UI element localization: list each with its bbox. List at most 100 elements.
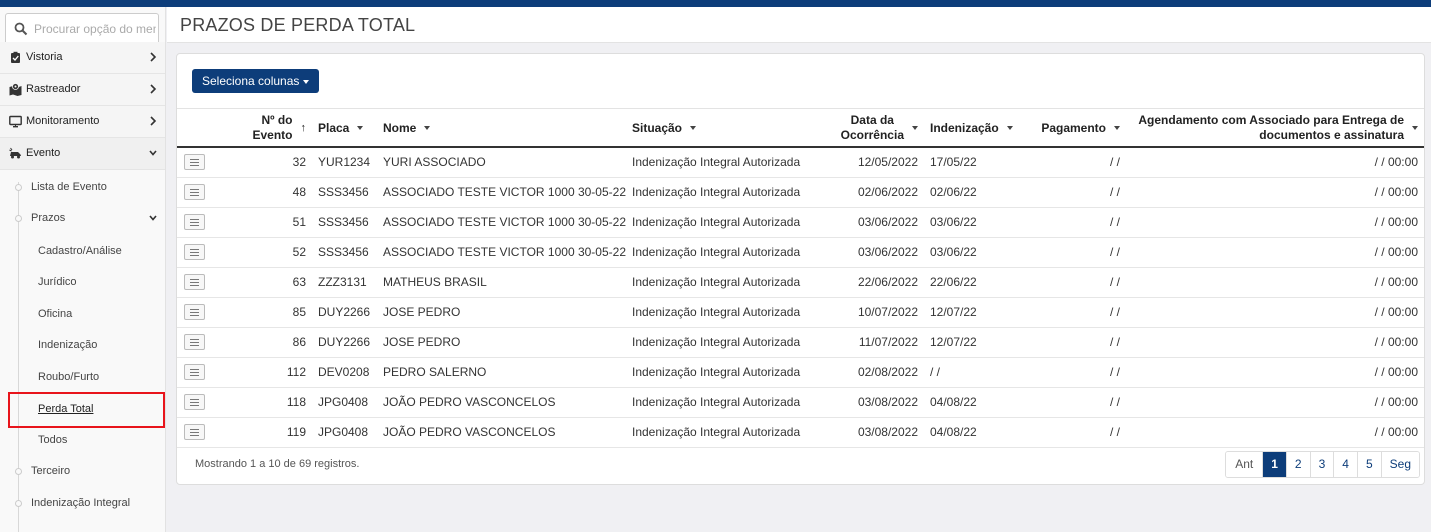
table-row: 63 ZZZ3131 MATHEUS BRASIL Indenização Integ… [177, 267, 1424, 298]
cell-placa: JPG0408 [312, 417, 377, 448]
sidebar-subitem-indenizacao[interactable]: Indenização [0, 329, 165, 360]
cell-placa: JPG0408 [312, 387, 377, 418]
tree-node-dot [15, 184, 22, 191]
pagination-prev[interactable]: Ant [1226, 452, 1263, 477]
row-details-button[interactable] [184, 154, 205, 171]
cell-situacao: Indenização Integral Autorizada [626, 327, 820, 358]
cell-actions [177, 297, 217, 328]
cell-nome: JOÃO PEDRO VASCONCELOS [377, 417, 626, 448]
table-row: 48 SSS3456 ASSOCIADO TESTE VICTOR 1000 30-… [177, 177, 1424, 208]
pagination-page-5[interactable]: 5 [1356, 452, 1381, 477]
select-columns-label: Seleciona colunas [202, 74, 300, 88]
row-details-button[interactable] [184, 274, 205, 290]
cell-pagamento: / / [1026, 417, 1126, 448]
col-header-agendamento[interactable]: Agendamento com Associado para Entrega d… [1126, 110, 1424, 148]
pagination-next[interactable]: Seg [1380, 452, 1419, 477]
sidebar-subitem-todos[interactable]: Todos [0, 424, 165, 455]
sidebar-subitem-label: Lista de Evento [31, 181, 107, 193]
active-item-highlight [8, 392, 165, 428]
sidebar-subitem-label: Indenização Integral [31, 497, 131, 509]
sidebar-subitem-cadastro-analise[interactable]: Cadastro/Análise [0, 235, 165, 266]
col-header-placa[interactable]: Placa [312, 110, 377, 148]
menu-search-input[interactable] [34, 20, 156, 38]
sidebar-subitem-prazos[interactable]: Prazos [0, 203, 165, 234]
cell-pagamento: / / [1026, 327, 1126, 358]
sidebar-item-rastreador[interactable]: Rastreador [0, 74, 165, 106]
sort-icon [1006, 126, 1013, 131]
table-row: 112 DEV0208 PEDRO SALERNO Indenização Integ… [177, 357, 1424, 388]
col-header-pagamento[interactable]: Pagamento [1026, 110, 1126, 148]
cell-data-ocorrencia: 11/07/2022 [820, 327, 924, 358]
cell-agendamento: / / 00:00 [1126, 357, 1424, 388]
page-title: PRAZOS DE PERDA TOTAL [180, 15, 416, 35]
table-row: 119 JPG0408 JOÃO PEDRO VASCONCELOS Indeniza… [177, 417, 1424, 448]
sidebar-subitem-lista-de-evento[interactable]: Lista de Evento [0, 172, 165, 203]
sidebar-subitem-label: Indenização [38, 339, 98, 351]
sidebar-item-monitoramento[interactable]: Monitoramento [0, 106, 165, 138]
cell-data-ocorrencia: 03/08/2022 [820, 387, 924, 418]
cell-indenizacao: 22/06/22 [924, 267, 1026, 298]
cell-nome: ASSOCIADO TESTE VICTOR 1000 30-05-22 [377, 177, 626, 208]
pagination-page-4[interactable]: 4 [1333, 452, 1357, 477]
cell-data-ocorrencia: 02/06/2022 [820, 177, 924, 208]
pagination-page-2[interactable]: 2 [1285, 452, 1310, 477]
cell-placa: DUY2266 [312, 297, 377, 328]
menu-search[interactable] [5, 13, 159, 45]
cell-agendamento: / / 00:00 [1126, 297, 1424, 328]
cell-situacao: Indenização Integral Autorizada [626, 267, 820, 298]
row-details-button[interactable] [184, 424, 205, 440]
sidebar-subitem-terceiro[interactable]: Terceiro [0, 456, 165, 487]
col-header-label: Situação [632, 120, 683, 135]
row-details-button[interactable] [184, 334, 205, 350]
records-info: Mostrando 1 a 10 de 69 registros. [195, 458, 360, 470]
sidebar-subitem-oficina[interactable]: Oficina [0, 298, 165, 329]
cell-data-ocorrencia: 22/06/2022 [820, 267, 924, 298]
cell-agendamento: / / 00:00 [1126, 177, 1424, 208]
pagination-page-3[interactable]: 3 [1309, 452, 1334, 477]
sort-ascending-icon: ↑ [300, 121, 307, 134]
cell-data-ocorrencia: 12/05/2022 [820, 147, 924, 178]
sidebar-subitem-roubo-furto[interactable]: Roubo/Furto [0, 361, 165, 392]
col-header-evento[interactable]: Nº do Evento ↑ [217, 110, 312, 148]
col-header-indenizacao[interactable]: Indenização [924, 110, 1026, 148]
col-header-nome[interactable]: Nome [377, 110, 626, 148]
sidebar-item-label: Monitoramento [26, 115, 100, 127]
cell-situacao: Indenização Integral Autorizada [626, 207, 820, 238]
search-icon [14, 22, 28, 36]
col-header-data-ocorrencia[interactable]: Data da Ocorrência [820, 110, 924, 148]
cell-agendamento: / / 00:00 [1126, 387, 1424, 418]
table-row: 52 SSS3456 ASSOCIADO TESTE VICTOR 1000 30-… [177, 237, 1424, 268]
cell-placa: SSS3456 [312, 237, 377, 268]
col-header-label: Ocorrência [840, 128, 904, 142]
sidebar-item-evento[interactable]: Evento [0, 138, 165, 170]
row-details-button[interactable] [184, 244, 205, 260]
main-panel: Seleciona colunas Nº do Evento ↑ Placa Nom… [176, 53, 1425, 485]
sidebar-subitem-indenizacao-integral[interactable]: Indenização Integral [0, 488, 165, 519]
row-details-button[interactable] [184, 184, 205, 200]
row-details-button[interactable] [184, 304, 205, 320]
cell-indenizacao: 17/05/22 [924, 147, 1026, 178]
cell-indenizacao: 04/08/22 [924, 387, 1026, 418]
pagination-page-1[interactable]: 1 [1262, 452, 1286, 477]
col-header-situacao[interactable]: Situação [626, 110, 820, 148]
row-details-button[interactable] [184, 394, 205, 410]
col-header-label: Agendamento com Associado para Entrega d… [1138, 113, 1404, 127]
row-details-button[interactable] [184, 364, 205, 380]
cell-evento: 52 [217, 237, 312, 268]
sidebar-subitem-juridico[interactable]: Jurídico [0, 266, 165, 297]
cell-placa: DEV0208 [312, 357, 377, 388]
cell-data-ocorrencia: 10/07/2022 [820, 297, 924, 328]
cell-agendamento: / / 00:00 [1126, 267, 1424, 298]
chevron-right-icon [150, 116, 157, 126]
row-details-button[interactable] [184, 214, 205, 230]
cell-nome: JOSE PEDRO [377, 327, 626, 358]
table-row: 85 DUY2266 JOSE PEDRO Indenização Integral … [177, 297, 1424, 328]
cell-pagamento: / / [1026, 147, 1126, 178]
select-columns-button[interactable]: Seleciona colunas [192, 69, 320, 93]
sidebar-item-vistoria[interactable]: Vistoria [0, 42, 165, 74]
cell-actions [177, 147, 217, 178]
table-row: 86 DUY2266 JOSE PEDRO Indenização Integral … [177, 327, 1424, 358]
cell-nome: MATHEUS BRASIL [377, 267, 626, 298]
cell-actions [177, 327, 217, 358]
top-accent-bar [0, 0, 1431, 7]
